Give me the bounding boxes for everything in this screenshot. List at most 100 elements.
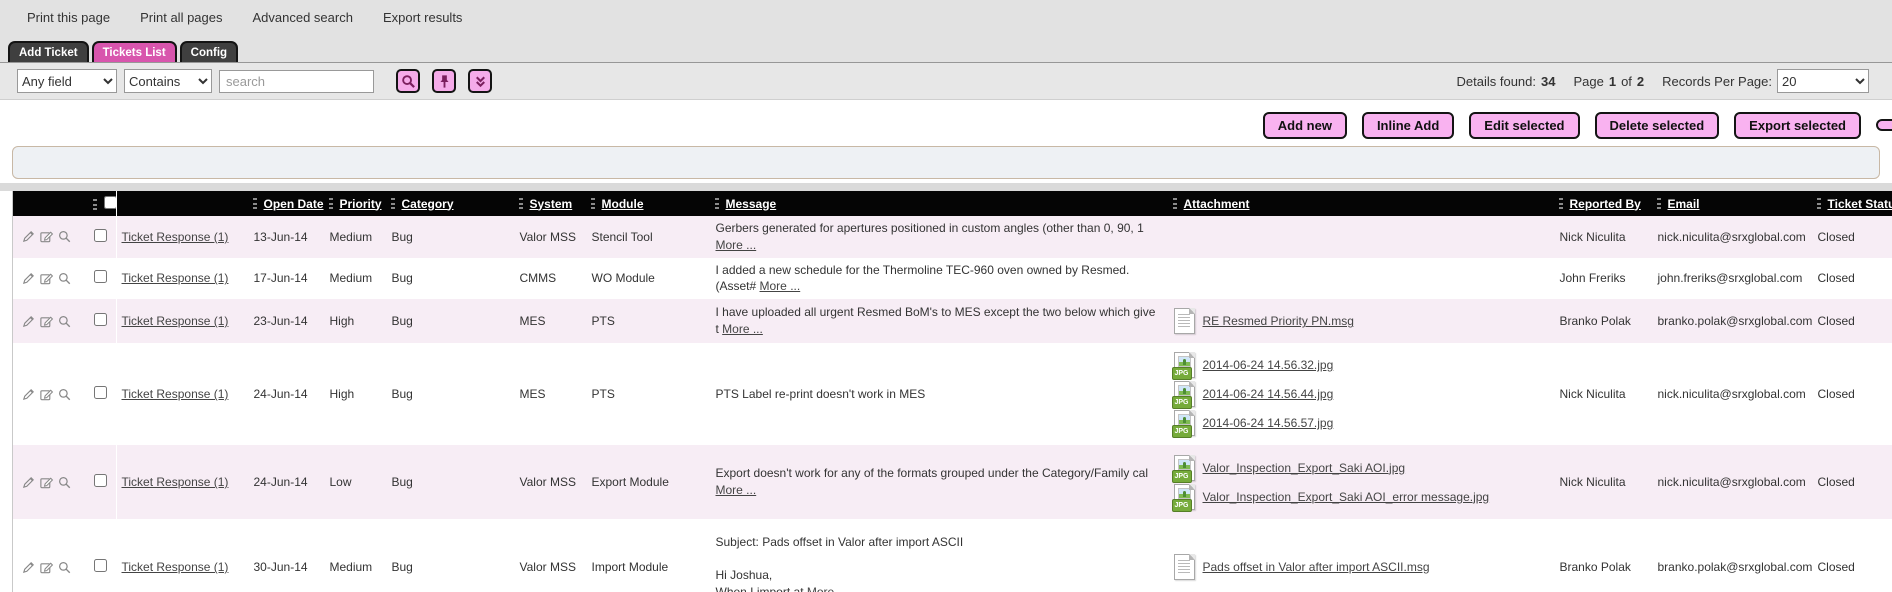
attachment-link[interactable]: RE Resmed Priority PN.msg <box>1203 314 1354 328</box>
edit-icon[interactable] <box>21 314 36 329</box>
header-email: Email <box>1653 191 1813 216</box>
records-per-page-select[interactable]: 20 <box>1777 69 1869 93</box>
sort-attachment[interactable]: Attachment <box>1184 197 1250 211</box>
sort-open-date[interactable]: Open Date <box>264 197 324 211</box>
more-link[interactable]: More ... <box>760 279 801 293</box>
inline-edit-icon[interactable] <box>39 314 54 329</box>
message-line: Export doesn't work for any of the forma… <box>716 465 1164 482</box>
topbar-link[interactable]: Print this page <box>27 10 110 25</box>
edit-icon[interactable] <box>21 229 36 244</box>
attachment-link[interactable]: 2014-06-24 14.56.57.jpg <box>1203 416 1334 430</box>
column-grip-icon[interactable] <box>253 198 257 209</box>
message-cell: Subject: Pads offset in Valor after impo… <box>711 519 1169 592</box>
select-all-checkbox[interactable] <box>104 196 117 209</box>
row-checkbox[interactable] <box>94 313 107 326</box>
sort-message[interactable]: Message <box>726 197 777 211</box>
expand-button[interactable] <box>468 69 492 93</box>
ticket-response-link[interactable]: Ticket Response (1) <box>122 475 229 489</box>
field-select[interactable]: Any field <box>17 69 117 93</box>
inline-add-button[interactable]: Inline Add <box>1362 112 1454 139</box>
delete-selected-button[interactable]: Delete selected <box>1595 112 1720 139</box>
inline-edit-icon[interactable] <box>39 560 54 575</box>
sort-module[interactable]: Module <box>602 197 644 211</box>
row-checkbox[interactable] <box>94 270 107 283</box>
response-cell: Ticket Response (1) <box>117 445 249 519</box>
attachment-link[interactable]: Valor_Inspection_Export_Saki AOI.jpg <box>1203 461 1406 475</box>
page-total: 2 <box>1637 74 1644 89</box>
message-line: t More ... <box>716 321 1164 338</box>
edit-icon[interactable] <box>21 271 36 286</box>
add-new-button[interactable]: Add new <box>1263 112 1347 139</box>
topbar-link[interactable]: Print all pages <box>140 10 222 25</box>
view-icon[interactable] <box>57 475 72 490</box>
attachment-link[interactable]: Valor_Inspection_Export_Saki AOI_error m… <box>1203 490 1490 504</box>
tab-config[interactable]: Config <box>180 41 238 62</box>
attachment-link[interactable]: 2014-06-24 14.56.44.jpg <box>1203 387 1334 401</box>
column-grip-icon[interactable] <box>519 198 523 209</box>
open-date-cell: 17-Jun-14 <box>249 258 325 300</box>
attachment-link[interactable]: 2014-06-24 14.56.32.jpg <box>1203 358 1334 372</box>
jpg-file-icon: JPG <box>1174 455 1195 481</box>
column-grip-icon[interactable] <box>93 199 97 210</box>
edit-icon[interactable] <box>21 475 36 490</box>
search-button[interactable] <box>396 69 420 93</box>
sort-email[interactable]: Email <box>1668 197 1700 211</box>
inline-edit-icon[interactable] <box>39 271 54 286</box>
ticket-status-cell: Closed <box>1813 519 1892 592</box>
view-icon[interactable] <box>57 314 72 329</box>
column-grip-icon[interactable] <box>591 198 595 209</box>
cut-off-button[interactable] <box>1876 119 1892 131</box>
sort-system[interactable]: System <box>530 197 573 211</box>
row-checkbox[interactable] <box>94 229 107 242</box>
edit-selected-button[interactable]: Edit selected <box>1469 112 1579 139</box>
header-response <box>117 191 249 216</box>
column-grip-icon[interactable] <box>715 198 719 209</box>
column-grip-icon[interactable] <box>1559 198 1563 209</box>
table-row: Ticket Response (1)24-Jun-14LowBugValor … <box>13 445 1892 519</box>
inline-edit-icon[interactable] <box>39 387 54 402</box>
sort-priority[interactable]: Priority <box>340 197 382 211</box>
row-checkbox[interactable] <box>94 474 107 487</box>
export-selected-button[interactable]: Export selected <box>1734 112 1861 139</box>
column-grip-icon[interactable] <box>391 198 395 209</box>
more-link[interactable]: More ... <box>722 322 763 336</box>
more-link[interactable]: More ... <box>716 483 757 497</box>
column-grip-icon[interactable] <box>1817 198 1821 209</box>
ticket-response-link[interactable]: Ticket Response (1) <box>122 387 229 401</box>
topbar-link[interactable]: Export results <box>383 10 462 25</box>
ticket-response-link[interactable]: Ticket Response (1) <box>122 314 229 328</box>
sort-ticket-status[interactable]: Ticket Status <box>1828 197 1892 211</box>
view-icon[interactable] <box>57 387 72 402</box>
module-cell: PTS <box>587 343 711 445</box>
ticket-response-link[interactable]: Ticket Response (1) <box>122 271 229 285</box>
row-checkbox[interactable] <box>94 559 107 572</box>
view-icon[interactable] <box>57 229 72 244</box>
pin-button[interactable] <box>432 69 456 93</box>
operator-select[interactable]: Contains <box>124 69 212 93</box>
sort-category[interactable]: Category <box>402 197 454 211</box>
inline-edit-icon[interactable] <box>39 475 54 490</box>
ticket-response-link[interactable]: Ticket Response (1) <box>122 560 229 574</box>
view-icon[interactable] <box>57 560 72 575</box>
more-link[interactable]: More ... <box>716 238 757 252</box>
edit-icon[interactable] <box>21 387 36 402</box>
inline-edit-icon[interactable] <box>39 229 54 244</box>
view-icon[interactable] <box>57 271 72 286</box>
attachment-link[interactable]: Pads offset in Valor after import ASCII.… <box>1203 560 1430 574</box>
more-link[interactable]: More ... <box>807 585 848 592</box>
row-checkbox[interactable] <box>94 386 107 399</box>
ticket-response-link[interactable]: Ticket Response (1) <box>122 230 229 244</box>
system-cell: MES <box>515 343 587 445</box>
tab-tickets-list[interactable]: Tickets List <box>92 41 177 62</box>
topbar-link[interactable]: Advanced search <box>253 10 353 25</box>
header-category: Category <box>387 191 515 216</box>
tab-add-ticket[interactable]: Add Ticket <box>8 41 89 62</box>
column-grip-icon[interactable] <box>329 198 333 209</box>
row-actions-cell <box>13 445 89 519</box>
column-grip-icon[interactable] <box>1657 198 1661 209</box>
column-grip-icon[interactable] <box>1173 198 1177 209</box>
search-input[interactable] <box>219 70 374 93</box>
edit-icon[interactable] <box>21 560 36 575</box>
category-cell: Bug <box>387 519 515 592</box>
sort-reported-by[interactable]: Reported By <box>1570 197 1641 211</box>
